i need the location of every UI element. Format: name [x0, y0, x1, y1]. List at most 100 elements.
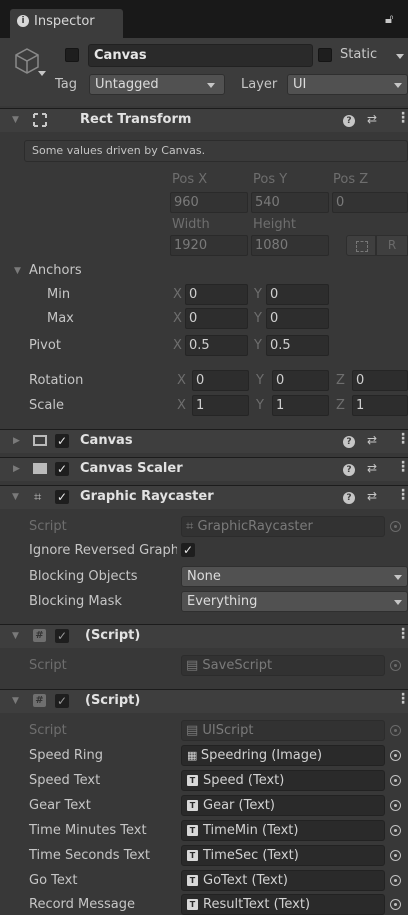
canvas-scaler-enabled-checkbox[interactable]: ✓	[55, 462, 69, 476]
pivot-y-field[interactable]: 0.5	[266, 335, 329, 356]
canvas-icon	[33, 435, 47, 446]
active-checkbox[interactable]	[65, 48, 79, 62]
more-menu-icon[interactable]: ⋮	[396, 487, 408, 503]
help-icon[interactable]: ?	[343, 464, 355, 476]
help-icon[interactable]: ?	[343, 492, 355, 504]
time-seconds-field[interactable]: T TimeSec (Text)	[181, 845, 385, 866]
width-label: Width	[172, 217, 210, 232]
rot-z-axis: Z	[336, 373, 345, 388]
fold-arrow-icon[interactable]: ▼	[12, 631, 19, 641]
pivot-x-field[interactable]: 0.5	[185, 335, 248, 356]
max-y-field[interactable]: 0	[266, 308, 329, 329]
record-message-field[interactable]: T ResultText (Text)	[181, 894, 385, 915]
raycaster-enabled-checkbox[interactable]: ✓	[55, 490, 69, 504]
max-x-field[interactable]: 0	[185, 308, 248, 329]
blocking-objects-dropdown[interactable]: None	[181, 566, 408, 587]
object-picker-icon[interactable]	[390, 800, 401, 811]
more-menu-icon[interactable]: ⋮	[396, 626, 408, 642]
more-menu-icon[interactable]: ⋮	[396, 459, 408, 475]
static-dropdown-arrow[interactable]	[396, 54, 404, 59]
fold-arrow-icon[interactable]: ▼	[12, 492, 19, 502]
raw-edit-button[interactable]: R	[376, 235, 408, 256]
posx-field[interactable]: 960	[170, 192, 248, 213]
speed-ring-field[interactable]: ▦ Speedring (Image)	[181, 745, 385, 766]
field-label: Gear Text	[29, 798, 91, 813]
text-icon: T	[187, 875, 198, 886]
raycaster-script-icon: ⌗	[186, 519, 198, 534]
help-icon[interactable]: ?	[343, 436, 355, 448]
posy-field[interactable]: 540	[251, 192, 329, 213]
width-field[interactable]: 1920	[170, 235, 248, 256]
min-x-field[interactable]: 0	[185, 284, 248, 305]
ignore-reversed-checkbox[interactable]: ✓	[181, 543, 195, 557]
field-label: Time Minutes Text	[29, 823, 147, 838]
height-label: Height	[253, 217, 296, 232]
field-label: Time Seconds Text	[29, 848, 150, 863]
object-picker-icon[interactable]	[390, 825, 401, 836]
scale-z-field[interactable]: 1	[352, 395, 408, 416]
fold-arrow-icon[interactable]: ▼	[12, 696, 19, 706]
rot-y-field[interactable]: 0	[272, 370, 329, 391]
component-title: Canvas Scaler	[80, 461, 183, 476]
layer-dropdown[interactable]: UI	[287, 74, 408, 95]
object-picker-icon[interactable]	[390, 775, 401, 786]
script-value: UIScript	[202, 723, 254, 738]
script-label: Script	[29, 519, 67, 534]
object-picker-icon[interactable]	[390, 875, 401, 886]
object-picker-icon[interactable]	[390, 750, 401, 761]
name-input[interactable]: Canvas	[88, 44, 313, 67]
ui-script-field: ▤ UIScript	[181, 720, 385, 741]
chevron-down-icon	[394, 575, 402, 580]
field-value: Speedring (Image)	[200, 748, 323, 763]
component-title: (Script)	[85, 693, 141, 708]
ui-script-enabled-checkbox[interactable]: ✓	[55, 694, 69, 708]
blueprint-mode-button[interactable]	[346, 235, 376, 256]
height-field[interactable]: 1080	[251, 235, 329, 256]
help-icon[interactable]: ?	[343, 115, 355, 127]
preset-icon[interactable]: ⇄	[367, 112, 377, 126]
ignore-reversed-label-clip: Ignore Reversed Graphics	[29, 543, 177, 558]
more-menu-icon[interactable]: ⋮	[396, 691, 408, 707]
scale-y-field[interactable]: 1	[272, 395, 329, 416]
scale-x-field[interactable]: 1	[192, 395, 249, 416]
blocking-objects-label: Blocking Objects	[29, 569, 138, 584]
icon-dropdown-arrow[interactable]	[38, 71, 46, 76]
more-menu-icon[interactable]: ⋮	[396, 110, 408, 126]
text-icon: T	[187, 775, 198, 786]
go-text-field[interactable]: T GoText (Text)	[181, 870, 385, 891]
script-label: Script	[29, 658, 67, 673]
rot-x-field[interactable]: 0	[192, 370, 249, 391]
script-label: Script	[29, 723, 67, 738]
component-title: Rect Transform	[80, 112, 192, 127]
time-minutes-field[interactable]: T TimeMin (Text)	[181, 820, 385, 841]
gear-text-field[interactable]: T Gear (Text)	[181, 795, 385, 816]
object-picker-icon[interactable]	[390, 850, 401, 861]
preset-icon[interactable]: ⇄	[367, 461, 377, 475]
object-picker-icon[interactable]	[390, 899, 401, 910]
min-y-field[interactable]: 0	[266, 284, 329, 305]
anchors-fold-icon[interactable]: ▼	[14, 266, 21, 276]
blocking-mask-dropdown[interactable]: Everything	[181, 591, 408, 612]
preset-icon[interactable]: ⇄	[367, 489, 377, 503]
component-title: Graphic Raycaster	[80, 489, 214, 504]
fold-arrow-icon[interactable]: ▶	[13, 436, 20, 446]
fold-arrow-icon[interactable]: ▼	[12, 115, 19, 125]
canvas-enabled-checkbox[interactable]: ✓	[55, 434, 69, 448]
rot-z-field[interactable]: 0	[352, 370, 408, 391]
min-y-axis: Y	[254, 287, 262, 302]
save-script-enabled-checkbox[interactable]: ✓	[55, 629, 69, 643]
more-menu-icon[interactable]: ⋮	[396, 431, 408, 447]
chevron-down-icon	[207, 83, 215, 88]
static-label: Static	[340, 47, 378, 62]
blocking-mask-label: Blocking Mask	[29, 594, 122, 609]
fold-arrow-icon[interactable]: ▶	[13, 464, 20, 474]
rot-x-axis: X	[177, 373, 186, 388]
speed-text-field[interactable]: T Speed (Text)	[181, 770, 385, 791]
scale-z-axis: Z	[336, 398, 345, 413]
posz-field[interactable]: 0	[332, 192, 408, 213]
tag-dropdown[interactable]: Untagged	[89, 74, 225, 95]
preset-icon[interactable]: ⇄	[367, 433, 377, 447]
rotation-label: Rotation	[29, 373, 84, 388]
static-checkbox[interactable]	[318, 48, 332, 62]
lock-icon[interactable]: 🔓︎	[385, 12, 393, 27]
